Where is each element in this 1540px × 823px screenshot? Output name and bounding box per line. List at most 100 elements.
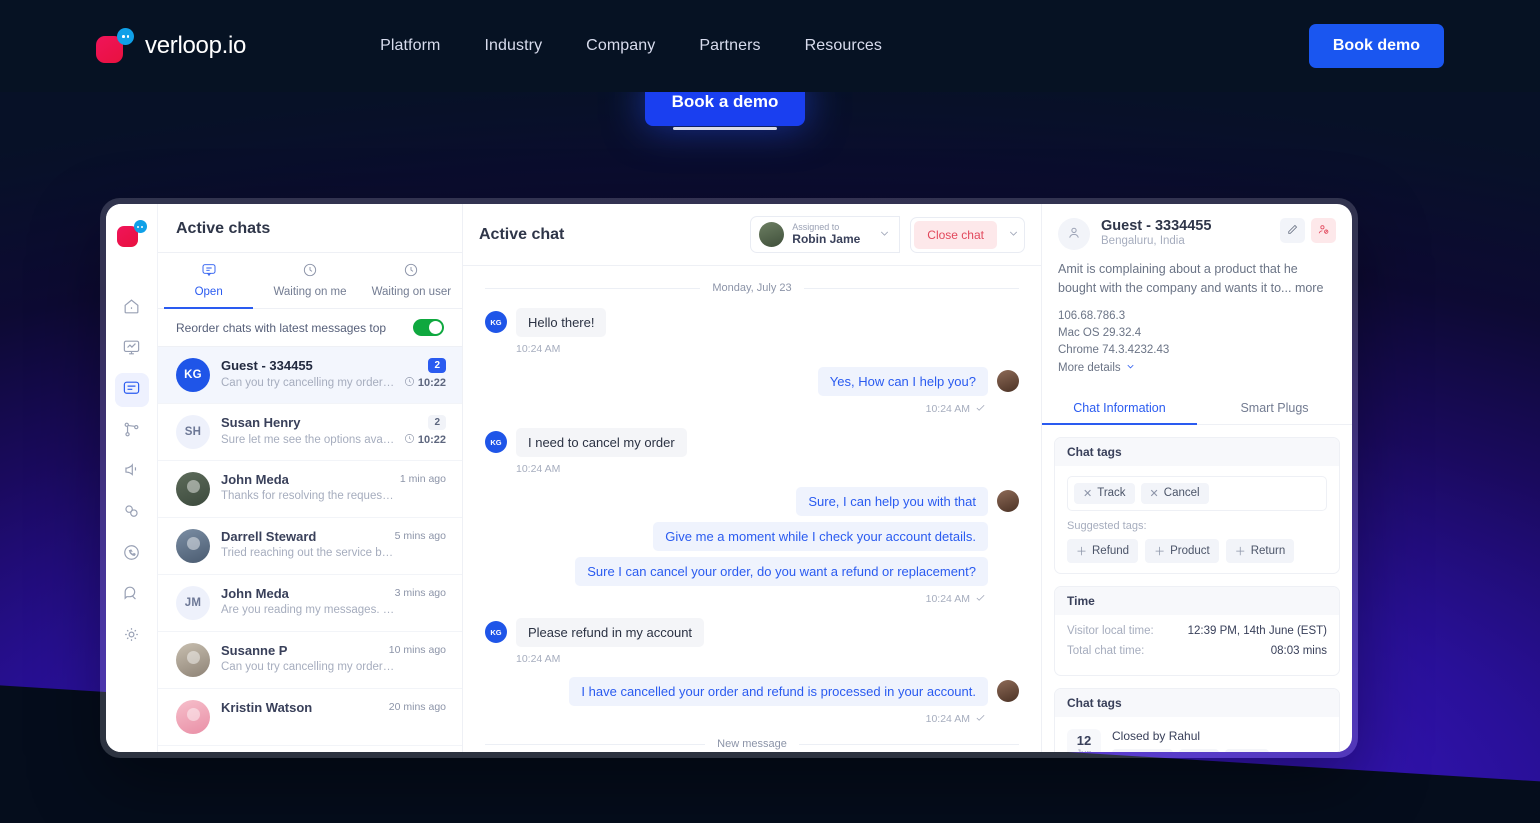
nav-item-platform[interactable]: Platform: [380, 37, 440, 55]
chat-preview: Can you try cancelling my order as soon.…: [221, 377, 396, 389]
tag-label: Track: [1097, 487, 1126, 499]
list-item[interactable]: Susanne P 10 mins ago Can you try cancel…: [158, 632, 462, 689]
nav-item-resources[interactable]: Resources: [805, 37, 882, 55]
clock-icon: [259, 262, 360, 278]
plus-icon: ＋: [1076, 545, 1087, 558]
day-separator-label: Monday, July 23: [712, 282, 792, 294]
rail-item-plugins[interactable]: [115, 496, 149, 530]
app-logo-icon[interactable]: [116, 220, 147, 247]
message-outgoing: Sure, I can help you with that: [485, 487, 1019, 516]
suggested-tag-refund[interactable]: ＋ Refund: [1067, 538, 1139, 563]
message-timestamp: 10:24 AM: [516, 343, 561, 355]
list-item[interactable]: John Meda 1 min ago Thanks for resolving…: [158, 461, 462, 518]
rail-item-home[interactable]: [115, 291, 149, 325]
chevron-down-icon: [868, 227, 891, 243]
pencil-icon: [1286, 223, 1299, 239]
history-entry[interactable]: 12 Jun Closed by Rahul whatsapp order re…: [1067, 727, 1327, 752]
chat-list-panel: Active chats Open Waiting on me Waiting …: [158, 204, 463, 752]
more-details-link[interactable]: More details: [1058, 361, 1336, 375]
check-icon: [975, 712, 986, 726]
chevron-down-icon[interactable]: [997, 227, 1020, 243]
tab-waiting-on-user[interactable]: Waiting on user: [361, 253, 462, 308]
visitor-local-time-value: 12:39 PM, 14th June (EST): [1187, 624, 1327, 637]
block-user-icon: [1317, 223, 1330, 239]
tab-open[interactable]: Open: [158, 253, 259, 309]
close-icon: ✕: [1083, 487, 1093, 500]
chat-preview: Can you try cancelling my order as soo..…: [221, 661, 396, 673]
tab-chat-information[interactable]: Chat Information: [1042, 392, 1197, 425]
edit-visitor-button[interactable]: [1280, 218, 1305, 243]
chat-preview: Thanks for resolving the request, maybe …: [221, 490, 396, 502]
rail-item-analytics[interactable]: [115, 332, 149, 366]
details-panel: Guest - 3334455 Bengaluru, India Amit is…: [1042, 204, 1352, 752]
message-timestamp: 10:24 AM: [485, 592, 986, 606]
visitor-os: Mac OS 29.32.4: [1058, 326, 1142, 339]
chat-name: Darrell Steward: [221, 529, 317, 544]
tab-waiting-on-me[interactable]: Waiting on me: [259, 253, 360, 308]
block-visitor-button[interactable]: [1311, 218, 1336, 243]
history-chip: whatsapp: [1112, 748, 1173, 752]
nav-item-industry[interactable]: Industry: [484, 37, 542, 55]
tag-cancel[interactable]: ✕ Cancel: [1140, 482, 1209, 504]
brand-logo[interactable]: verloop.io: [96, 28, 246, 64]
chat-time-label: 10 mins ago: [388, 644, 446, 656]
message-timestamp: 10:24 AM: [485, 402, 986, 416]
reorder-chats-toggle[interactable]: [413, 319, 444, 336]
message-text: Sure, I can help you with that: [796, 487, 988, 516]
chat-tags-box: ✕ Track ✕ Cancel: [1067, 475, 1327, 511]
rail-item-whatsapp[interactable]: [115, 537, 149, 571]
home-icon: [122, 297, 141, 319]
list-item[interactable]: Kristin Watson 20 mins ago: [158, 689, 462, 746]
messages-area: Monday, July 23 KG Hello there! 10:24 AM…: [463, 266, 1041, 752]
avatar: [176, 529, 210, 563]
rail-item-chats[interactable]: [114, 373, 149, 407]
message-text: Sure I can cancel your order, do you wan…: [575, 557, 988, 586]
tab-smart-plugs[interactable]: Smart Plugs: [1197, 392, 1352, 424]
rail-item-flows[interactable]: [115, 414, 149, 448]
tab-waiting-on-me-label: Waiting on me: [273, 286, 347, 298]
tag-track[interactable]: ✕ Track: [1074, 482, 1135, 504]
visitor-name: Guest - 3334455: [1101, 218, 1212, 234]
list-item[interactable]: SH Susan Henry 2 Sure let me see the opt…: [158, 404, 462, 461]
book-demo-button[interactable]: Book demo: [1308, 24, 1444, 68]
rail-item-search[interactable]: [115, 578, 149, 612]
suggested-tags-row: ＋ Refund ＋ Product ＋ Return: [1067, 538, 1327, 563]
clock-icon: [404, 433, 415, 447]
close-chat-group: Close chat: [910, 216, 1025, 253]
assigned-to-selector[interactable]: Assigned to Robin Jame: [750, 216, 901, 253]
avatar: [176, 700, 210, 734]
message-icon: [158, 262, 259, 278]
total-chat-time-value: 08:03 mins: [1270, 644, 1327, 657]
message-text: Hello there!: [516, 308, 607, 337]
nav-item-partners[interactable]: Partners: [699, 37, 760, 55]
tab-waiting-on-user-label: Waiting on user: [371, 286, 452, 298]
conversation-title: Active chat: [479, 225, 565, 243]
close-chat-button[interactable]: Close chat: [914, 220, 997, 249]
message-timestamp-label: 10:24 AM: [925, 713, 970, 725]
chat-preview: Sure let me see the options available or…: [221, 434, 396, 446]
chat-tags-card: Chat tags ✕ Track ✕ Cancel Suggested tag…: [1054, 436, 1340, 574]
nav-item-company[interactable]: Company: [586, 37, 655, 55]
suggested-tag-return[interactable]: ＋ Return: [1225, 538, 1295, 563]
primary-nav: Platform Industry Company Partners Resou…: [380, 37, 882, 55]
visitor-ip: 106.68.786.3: [1058, 309, 1126, 322]
chat-time-label: 10:22: [417, 377, 446, 389]
analytics-icon: [122, 338, 141, 360]
message-text: I need to cancel my order: [516, 428, 687, 457]
message-outgoing: Yes, How can I help you?: [485, 367, 1019, 396]
rail-item-settings[interactable]: [115, 619, 149, 653]
visitor-browser: Chrome 74.3.4232.43: [1058, 343, 1170, 356]
unread-badge: 2: [428, 415, 446, 430]
list-item[interactable]: Darrell Steward 5 mins ago Tried reachin…: [158, 518, 462, 575]
verloop-logo-icon: [96, 28, 136, 64]
time-card: Time Visitor local time: 12:39 PM, 14th …: [1054, 585, 1340, 676]
suggested-tag-product[interactable]: ＋ Product: [1145, 538, 1219, 563]
list-item[interactable]: JM John Meda 3 mins ago Are you reading …: [158, 575, 462, 632]
rail-item-campaigns[interactable]: [115, 455, 149, 489]
tag-label: Return: [1250, 544, 1286, 557]
list-item[interactable]: KG Guest - 334455 2 Can you try cancelli…: [158, 347, 462, 404]
chat-icon: [122, 379, 141, 401]
message-incoming: KG Hello there!: [485, 308, 1019, 337]
chat-list-title: Active chats: [158, 204, 462, 253]
avatar: [1058, 218, 1090, 250]
